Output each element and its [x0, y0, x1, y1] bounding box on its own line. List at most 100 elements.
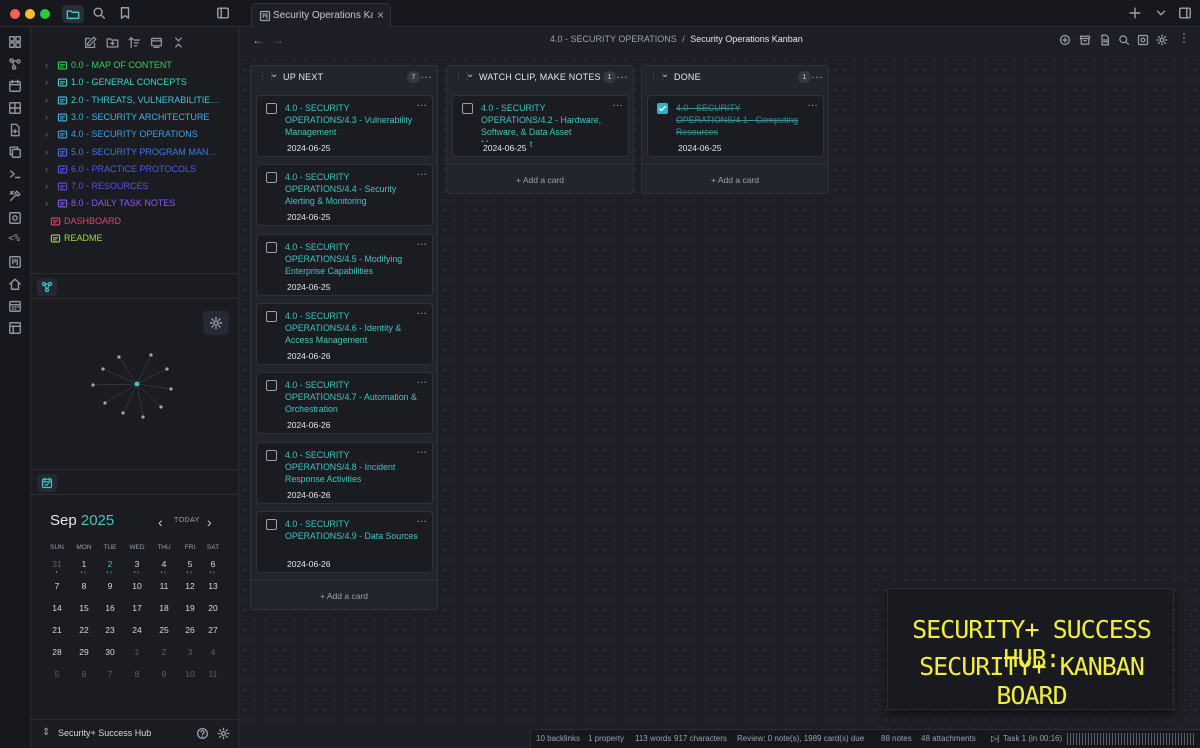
view-mode-button[interactable] — [1137, 34, 1149, 46]
minimize-window-button[interactable] — [25, 9, 35, 19]
toggle-right-sidebar-button[interactable] — [1178, 6, 1194, 22]
card-checkbox[interactable] — [266, 172, 277, 184]
calendar-day[interactable]: 2 — [151, 647, 177, 657]
calendar-day[interactable]: 9 — [151, 669, 177, 679]
tree-item-1[interactable]: › 1.0 - GENERAL CONCEPTS — [31, 74, 239, 91]
tree-item-2[interactable]: › 2.0 - THREATS, VULNERABILITIES, & MITIG… — [31, 92, 239, 109]
new-tab-button[interactable] — [1128, 6, 1144, 22]
collapse-lane-icon[interactable]: ⌄ — [466, 69, 474, 80]
card-more-icon[interactable]: … — [416, 166, 427, 178]
card-title-link[interactable]: 4.0 - SECURITY OPERATIONS/4.5 - Modifyin… — [285, 241, 419, 277]
calendar-day[interactable]: 11 — [200, 669, 226, 679]
chevron-right-icon[interactable]: › — [45, 74, 48, 91]
tab-security-operations-kanban[interactable]: Security Operations Kanban × — [251, 3, 391, 27]
templates-button[interactable] — [8, 123, 22, 137]
add-card-button[interactable]: + Add a card — [251, 578, 437, 611]
card-checkbox[interactable] — [266, 449, 277, 461]
card-title-link[interactable]: 4.0 - SECURITY OPERATIONS/4.9 - Data Sou… — [285, 518, 419, 542]
calendar-day[interactable]: 6 — [71, 669, 97, 679]
calendar-day[interactable]: 4 — [151, 559, 177, 569]
chevron-right-icon[interactable]: › — [45, 57, 48, 74]
calendar-day[interactable]: 8 — [71, 581, 97, 591]
chevron-right-icon[interactable]: › — [45, 92, 48, 109]
tab-list-button[interactable] — [1154, 6, 1170, 22]
back-button[interactable]: ← — [252, 33, 264, 47]
calendar-day[interactable]: 18 — [151, 603, 177, 613]
calendar-day[interactable]: 8 — [124, 669, 150, 679]
vault-switcher-icon[interactable]: ⇕ — [42, 727, 50, 738]
status-properties[interactable]: 1 property — [588, 734, 624, 743]
daily-note-button[interactable] — [8, 79, 22, 93]
chevron-right-icon[interactable]: › — [45, 126, 48, 143]
card-title-link[interactable]: 4.0 - SECURITY OPERATIONS/4.3 - Vulnerab… — [285, 102, 419, 138]
local-graph-view[interactable] — [31, 299, 239, 469]
sort-button[interactable] — [128, 36, 141, 49]
calendar-day[interactable]: 28 — [44, 647, 70, 657]
vault-button[interactable] — [8, 211, 22, 225]
calendar-day[interactable]: 15 — [71, 603, 97, 613]
kanban-card[interactable]: 4.0 - SECURITY OPERATIONS/4.2 - Hardware… — [452, 95, 629, 157]
calendar-day[interactable]: 27 — [200, 625, 226, 635]
card-more-icon[interactable]: … — [807, 97, 818, 109]
zoom-window-button[interactable] — [40, 9, 50, 19]
card-date[interactable]: 2024-06-25 — [674, 142, 726, 154]
tree-item-7[interactable]: › 7.0 - RESOURCES — [31, 178, 239, 195]
add-card-button[interactable]: + Add a card — [642, 163, 828, 195]
kanban-card[interactable]: 4.0 - SECURITY OPERATIONS/4.4 - Security… — [256, 164, 433, 227]
home-button[interactable] — [8, 277, 22, 291]
graph-view-button[interactable] — [8, 57, 22, 71]
calendar-day[interactable]: 2 — [97, 559, 123, 569]
collapse-lane-icon[interactable]: ⌄ — [661, 69, 669, 80]
card-checkbox[interactable] — [266, 518, 277, 530]
calendar-day[interactable]: 31 — [44, 559, 70, 569]
card-more-icon[interactable]: … — [612, 97, 623, 109]
collapse-lane-icon[interactable]: ⌄ — [270, 69, 278, 80]
toggle-sidebar-button[interactable] — [216, 6, 232, 22]
calendar-day[interactable]: 6 — [200, 559, 226, 569]
calendar-next-button[interactable]: › — [207, 514, 212, 530]
card-checkbox[interactable] — [266, 380, 277, 392]
local-graph-tab[interactable] — [37, 278, 57, 296]
card-more-icon[interactable]: … — [416, 305, 427, 317]
tree-item-5[interactable]: › 5.0 - SECURITY PROGRAM MANAGEMENT — [31, 144, 239, 161]
kanban-card[interactable]: 4.0 - SECURITY OPERATIONS/4.9 - Data Sou… — [256, 510, 433, 573]
command-palette-button[interactable] — [8, 35, 22, 49]
help-button[interactable] — [196, 727, 209, 740]
calendar-day[interactable]: 25 — [151, 625, 177, 635]
card-date[interactable]: 2024-06-25 — [479, 142, 531, 154]
calendar-tab[interactable] — [37, 474, 57, 492]
calendar-day[interactable]: 3 — [124, 559, 150, 569]
close-window-button[interactable] — [10, 9, 20, 19]
auto-reveal-button[interactable] — [150, 36, 163, 49]
card-more-icon[interactable]: … — [416, 374, 427, 386]
status-review[interactable]: Review: 0 note(s), 1989 card(s) due — [737, 734, 864, 743]
tree-item-10[interactable]: README — [31, 230, 239, 247]
canvas-button[interactable] — [8, 101, 22, 115]
calendar-day[interactable]: 23 — [97, 625, 123, 635]
table-button[interactable] — [8, 321, 22, 335]
card-date[interactable]: 2024-06-25 — [283, 280, 335, 293]
chevron-right-icon[interactable]: › — [45, 109, 48, 126]
archive-button[interactable] — [1079, 34, 1091, 46]
kanban-card[interactable]: 4.0 - SECURITY OPERATIONS/4.6 - Identity… — [256, 302, 433, 365]
card-date[interactable]: 2024-06-26 — [283, 488, 335, 501]
calendar-day[interactable]: 29 — [71, 647, 97, 657]
new-note-button[interactable] — [84, 36, 97, 49]
calendar-day[interactable]: 20 — [200, 603, 226, 613]
more-options-icon[interactable]: ⋮ — [1178, 31, 1190, 45]
tools-button[interactable] — [8, 189, 22, 203]
play-icon[interactable]: ▷| — [991, 734, 999, 743]
kanban-card[interactable]: 4.0 - SECURITY OPERATIONS/4.1 - Computin… — [647, 95, 824, 157]
open-as-markdown-button[interactable] — [1099, 34, 1111, 46]
card-more-icon[interactable]: … — [416, 444, 427, 456]
calendar-day[interactable]: 7 — [44, 581, 70, 591]
card-more-icon[interactable]: … — [416, 97, 427, 109]
status-backlinks[interactable]: 10 backlinks — [536, 734, 580, 743]
calendar-day[interactable]: 22 — [71, 625, 97, 635]
add-card-button[interactable]: + Add a card — [447, 163, 633, 195]
card-checkbox[interactable] — [657, 103, 668, 114]
card-title-link[interactable]: 4.0 - SECURITY OPERATIONS/4.4 - Security… — [285, 171, 419, 207]
status-task-timer[interactable]: Task 1 (in 00:16) — [1003, 734, 1062, 743]
calendar-prev-button[interactable]: ‹ — [158, 514, 163, 530]
calendar-button[interactable] — [8, 299, 22, 313]
